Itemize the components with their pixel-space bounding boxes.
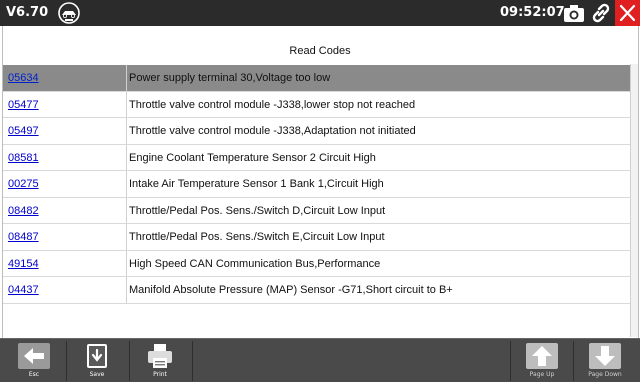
column-divider [126,144,127,170]
column-divider [126,118,127,144]
page-down-label: Page Down [588,371,622,378]
code-description: High Speed CAN Communication Bus,Perform… [129,257,381,270]
toolbar-divider [510,341,511,381]
code-link[interactable]: 05634 [8,72,39,84]
close-icon [619,4,636,22]
page-down-button[interactable]: Page Down [575,341,635,381]
save-label: Save [89,371,105,378]
code-description: Throttle/Pedal Pos. Sens./Switch D,Circu… [129,204,386,217]
scrollbar[interactable] [630,64,638,337]
table-row[interactable]: 49154 High Speed CAN Communication Bus,P… [3,250,630,277]
esc-button[interactable]: Esc [4,341,64,381]
close-button[interactable] [615,0,640,26]
bottom-toolbar: Esc Save Print Page Up Page Down [0,338,640,382]
table-row[interactable]: 08487 Throttle/Pedal Pos. Sens./Switch E… [3,224,630,251]
page-up-label: Page Up [529,371,555,378]
code-description: Intake Air Temperature Sensor 1 Bank 1,C… [129,178,384,190]
code-description: Manifold Absolute Pressure (MAP) Sensor … [129,284,453,296]
column-divider [126,250,127,276]
version-label: V6.70 [6,5,49,20]
code-link[interactable]: 05497 [8,125,39,137]
code-link[interactable]: 00275 [8,178,39,190]
print-button[interactable]: Print [130,341,190,381]
car-logo-icon [58,2,80,24]
code-link[interactable]: 05477 [8,99,39,111]
page-up-button[interactable]: Page Up [512,341,572,381]
code-link[interactable]: 08482 [8,205,39,217]
printer-icon [148,344,172,368]
camera-icon[interactable] [562,2,586,24]
toolbar-divider [192,341,193,381]
code-link[interactable]: 08581 [8,152,39,164]
column-divider [126,171,127,197]
arrow-down-icon [589,343,621,369]
code-link[interactable]: 04437 [8,284,39,296]
toolbar-divider [573,341,574,381]
column-divider [126,91,127,117]
table-row[interactable]: 05497 Throttle valve control module -J33… [3,118,630,145]
column-divider [126,224,127,250]
table-row[interactable]: 05477 Throttle valve control module -J33… [3,91,630,118]
column-divider [126,65,127,91]
table-row[interactable]: 00275 Intake Air Temperature Sensor 1 Ba… [3,171,630,198]
code-description: Throttle/Pedal Pos. Sens./Switch E,Circu… [129,231,385,243]
save-button[interactable]: Save [67,341,127,381]
clock: 09:52:07 [500,5,565,20]
code-description: Throttle valve control module -J338,lowe… [129,98,416,111]
code-description: Power supply terminal 30,Voltage too low [129,72,331,84]
page-title: Read Codes [289,45,351,57]
code-link[interactable]: 49154 [8,258,39,270]
code-link[interactable]: 08487 [8,231,39,243]
esc-label: Esc [28,371,40,378]
status-bar: V6.70 09:52:07 [0,0,640,26]
arrow-up-icon [526,343,558,369]
link-icon[interactable] [589,1,613,25]
print-label: Print [153,371,167,378]
save-icon [87,344,107,368]
code-description: Throttle valve control module -J338,Adap… [129,125,416,137]
code-list: 05634 Power supply terminal 30,Voltage t… [3,65,630,304]
back-arrow-icon [18,343,50,369]
table-row[interactable]: 04437 Manifold Absolute Pressure (MAP) S… [3,277,630,304]
table-row[interactable]: 08581 Engine Coolant Temperature Sensor … [3,144,630,171]
column-divider [126,197,127,223]
table-row[interactable]: 08482 Throttle/Pedal Pos. Sens./Switch D… [3,197,630,224]
code-description: Engine Coolant Temperature Sensor 2 Circ… [129,151,376,164]
table-row[interactable]: 05634 Power supply terminal 30,Voltage t… [3,65,630,92]
column-divider [126,277,127,303]
